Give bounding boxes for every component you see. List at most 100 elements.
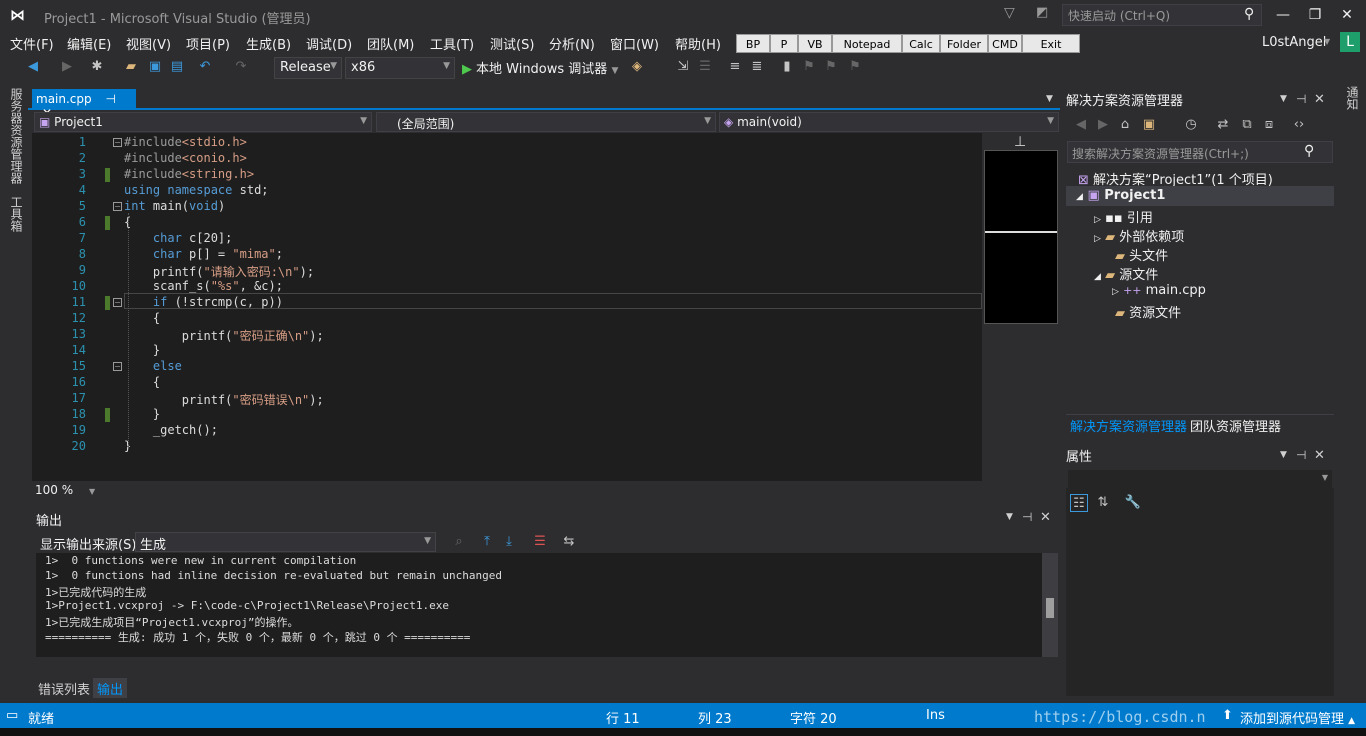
- configuration-select[interactable]: Release ▼: [274, 57, 342, 79]
- open-file-icon[interactable]: ▰: [122, 58, 140, 76]
- clear-all-icon[interactable]: ☰: [531, 533, 549, 551]
- code-line[interactable]: char c[20];: [124, 231, 232, 245]
- format-icon[interactable]: ☰: [696, 58, 714, 76]
- menu-window[interactable]: 窗口(W): [610, 34, 659, 53]
- categorized-icon[interactable]: ☷: [1070, 494, 1088, 512]
- collapse-icon[interactable]: −: [113, 362, 122, 371]
- properties-grid[interactable]: [1066, 488, 1334, 696]
- quick-launch-input[interactable]: 快速启动 (Ctrl+Q): [1062, 4, 1262, 26]
- code-view-icon[interactable]: ‹›: [1290, 116, 1308, 134]
- prev-bookmark-icon[interactable]: ⚑: [800, 58, 818, 76]
- code-line[interactable]: {: [124, 375, 160, 389]
- pin-icon[interactable]: ⊣: [1296, 92, 1306, 106]
- menu-edit[interactable]: 编辑(E): [67, 34, 111, 53]
- tab-main-cpp[interactable]: main.cpp ⊣ ✕: [32, 89, 136, 120]
- tool-folder-button[interactable]: Folder: [940, 34, 988, 53]
- scope-nav-select[interactable]: (全局范围) ▼: [376, 112, 716, 132]
- project-nav-select[interactable]: ▣ Project1 ▼: [34, 112, 372, 132]
- save-icon[interactable]: ▣: [146, 58, 164, 76]
- search-icon[interactable]: ⚲: [1304, 143, 1314, 159]
- tool-exit-button[interactable]: Exit: [1022, 34, 1080, 53]
- pin-icon[interactable]: ⊣: [1296, 448, 1306, 462]
- code-line[interactable]: #include<string.h>: [124, 167, 254, 181]
- bookmark-icon[interactable]: ▮: [778, 58, 796, 76]
- back-icon[interactable]: ◀: [24, 58, 42, 76]
- tab-team-explorer[interactable]: 团队资源管理器: [1186, 416, 1285, 435]
- tree-references[interactable]: ▷ ▪▪ 引用: [1094, 207, 1153, 226]
- tool-bp-button[interactable]: BP: [736, 34, 770, 53]
- forward-icon[interactable]: ▶: [58, 58, 76, 76]
- minimize-button[interactable]: —: [1268, 4, 1298, 26]
- code-line[interactable]: _getch();: [124, 423, 218, 437]
- back-icon[interactable]: ◀: [1072, 116, 1090, 134]
- tree-header-files[interactable]: ▰ 头文件: [1115, 245, 1168, 264]
- maximize-button[interactable]: ❐: [1300, 4, 1330, 26]
- tool-calc-button[interactable]: Calc: [902, 34, 940, 53]
- pending-changes-icon[interactable]: ◷: [1182, 116, 1200, 134]
- feedback-icon[interactable]: ◩: [1036, 5, 1054, 23]
- menu-build[interactable]: 生成(B): [246, 34, 291, 53]
- show-all-files-icon[interactable]: ⧈: [1260, 116, 1278, 134]
- panel-menu-chevron-down-icon[interactable]: ▼: [1280, 94, 1287, 104]
- split-icon[interactable]: ⊥: [1014, 134, 1026, 150]
- code-line[interactable]: if (!strcmp(c, p)): [124, 295, 283, 309]
- code-line[interactable]: }: [124, 343, 160, 357]
- close-panel-icon[interactable]: ✕: [1040, 510, 1051, 525]
- redo-icon[interactable]: ↷: [232, 58, 250, 76]
- next-bookmark-icon[interactable]: ⚑: [822, 58, 840, 76]
- scroll-thumb[interactable]: [1046, 598, 1054, 618]
- tool-cmd-button[interactable]: CMD: [988, 34, 1022, 53]
- switch-views-icon[interactable]: ▣: [1140, 116, 1158, 134]
- code-line[interactable]: printf("请输入密码:\n");: [124, 263, 314, 280]
- tree-project[interactable]: ◢ ▣ Project1: [1076, 188, 1165, 203]
- pin-icon[interactable]: ⊣: [1022, 510, 1032, 524]
- code-line[interactable]: else: [124, 359, 182, 373]
- go-to-next-icon[interactable]: ⤓: [500, 533, 518, 551]
- save-all-icon[interactable]: ▤: [168, 58, 186, 76]
- server-explorer-tab[interactable]: 服务器资源管理器: [8, 88, 25, 184]
- output-source-select[interactable]: 生成 ▼: [135, 532, 436, 553]
- menu-tools[interactable]: 工具(T): [430, 34, 474, 53]
- code-line[interactable]: printf("密码错误\n");: [124, 391, 324, 408]
- alphabetical-icon[interactable]: ⇅: [1094, 494, 1112, 512]
- panel-menu-chevron-down-icon[interactable]: ▼: [1006, 512, 1013, 522]
- notifications-tab[interactable]: 通知: [1344, 86, 1361, 110]
- new-project-icon[interactable]: ✱: [88, 58, 106, 76]
- uncomment-icon[interactable]: ≣: [748, 58, 766, 76]
- filter-icon[interactable]: ▽: [1004, 5, 1020, 21]
- menu-test[interactable]: 测试(S): [490, 34, 534, 53]
- properties-object-select[interactable]: ▼: [1068, 470, 1332, 490]
- code-line[interactable]: }: [124, 407, 160, 421]
- code-line[interactable]: printf("密码正确\n");: [124, 327, 324, 344]
- menu-view[interactable]: 视图(V): [126, 34, 171, 53]
- tab-solution-explorer[interactable]: 解决方案资源管理器: [1066, 416, 1191, 435]
- search-icon[interactable]: ⚲: [1244, 6, 1254, 22]
- output-vertical-scrollbar[interactable]: [1042, 553, 1058, 657]
- editor-horizontal-scrollbar[interactable]: [32, 481, 1060, 499]
- code-line[interactable]: int main(void): [124, 199, 225, 213]
- forward-icon[interactable]: ▶: [1094, 116, 1112, 134]
- step-icon[interactable]: ⇲: [674, 58, 692, 76]
- panel-menu-chevron-down-icon[interactable]: ▼: [1280, 450, 1287, 460]
- menu-project[interactable]: 项目(P): [186, 34, 230, 53]
- menu-debug[interactable]: 调试(D): [306, 34, 352, 53]
- user-chevron-down-icon[interactable]: ▼: [1324, 37, 1330, 46]
- minimap[interactable]: [984, 150, 1058, 324]
- tree-source-files[interactable]: ◢ ▰ 源文件: [1094, 264, 1158, 283]
- pin-icon[interactable]: ⊣: [105, 92, 115, 106]
- code-line[interactable]: char p[] = "mima";: [124, 247, 283, 261]
- solution-search-input[interactable]: 搜索解决方案资源管理器(Ctrl+;): [1067, 141, 1333, 163]
- tool-notepad-button[interactable]: Notepad: [832, 34, 902, 53]
- menu-file[interactable]: 文件(F): [10, 34, 54, 53]
- property-pages-icon[interactable]: 🔧: [1124, 494, 1142, 512]
- function-nav-select[interactable]: ◈ main(void) ▼: [719, 112, 1059, 132]
- word-wrap-icon[interactable]: ⇆: [560, 533, 578, 551]
- home-icon[interactable]: ⌂: [1116, 116, 1134, 134]
- code-line[interactable]: #include<stdio.h>: [124, 135, 247, 149]
- collapse-icon[interactable]: −: [113, 202, 122, 211]
- tool-p-button[interactable]: P: [770, 34, 798, 53]
- avatar[interactable]: L: [1340, 32, 1360, 52]
- close-panel-icon[interactable]: ✕: [1314, 92, 1325, 107]
- clear-bookmarks-icon[interactable]: ⚑: [846, 58, 864, 76]
- output-horizontal-scrollbar[interactable]: [36, 658, 1058, 672]
